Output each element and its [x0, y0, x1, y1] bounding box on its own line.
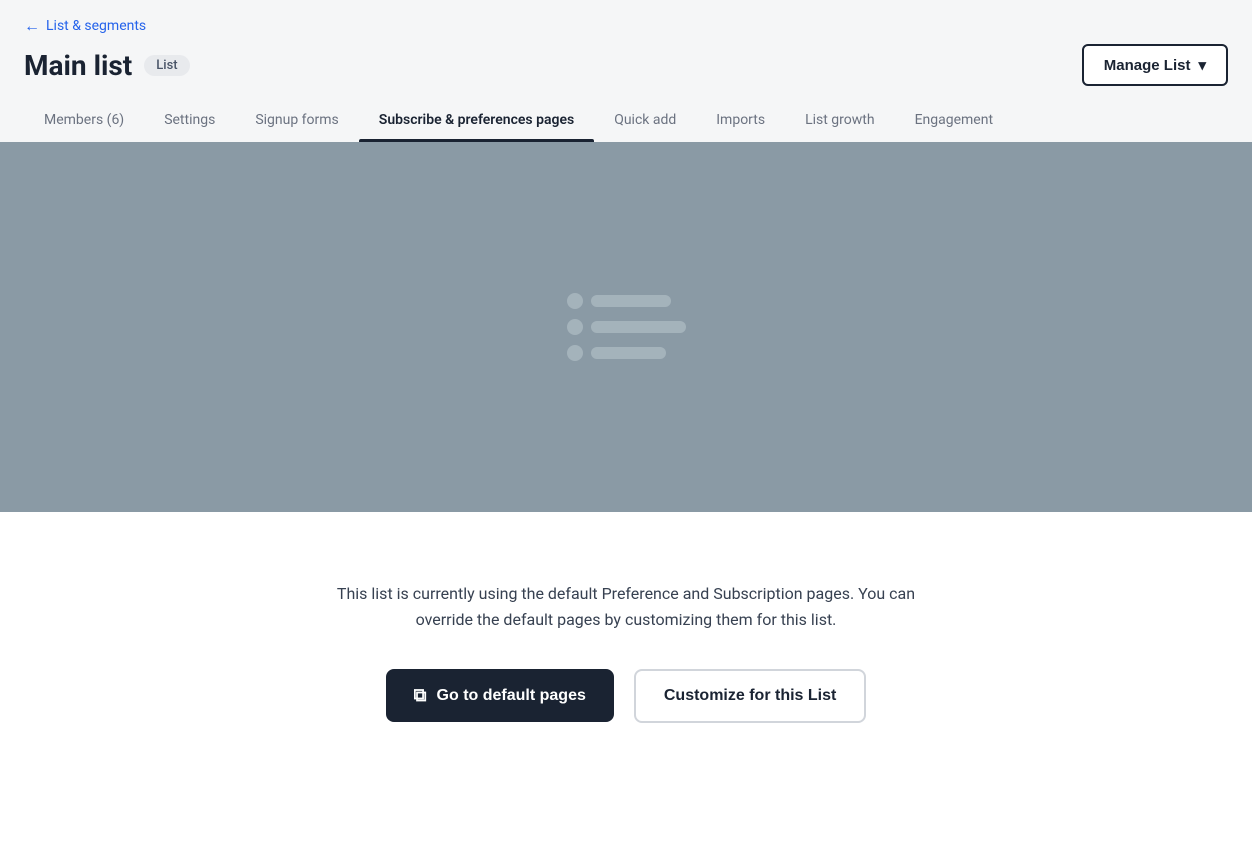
go-to-default-pages-button[interactable]: ⧉ Go to default pages: [386, 669, 614, 722]
manage-list-button[interactable]: Manage List ▾: [1082, 44, 1228, 86]
tab-engagement[interactable]: Engagement: [895, 102, 1013, 142]
list-badge: List: [144, 55, 189, 76]
back-arrow-icon: ←: [24, 16, 40, 36]
skeleton-bar-1: [591, 295, 671, 307]
title-row: Main list List Manage List ▾: [24, 44, 1228, 86]
skeleton-circle-2: [567, 319, 583, 335]
description-text: This list is currently using the default…: [316, 581, 936, 632]
tab-list-growth[interactable]: List growth: [785, 102, 895, 142]
tab-members[interactable]: Members (6): [24, 102, 144, 142]
action-buttons: ⧉ Go to default pages Customize for this…: [386, 669, 867, 723]
skeleton-circle-3: [567, 345, 583, 361]
skeleton-circle-1: [567, 293, 583, 309]
header-bar: ← List & segments Main list List Manage …: [0, 0, 1252, 86]
tab-imports[interactable]: Imports: [696, 102, 785, 142]
back-link-label: List & segments: [46, 18, 146, 34]
page-title: Main list: [24, 49, 132, 82]
bottom-section: This list is currently using the default…: [0, 512, 1252, 792]
skeleton-illustration: [567, 293, 686, 361]
skeleton-row-3: [567, 345, 686, 361]
chevron-down-icon: ▾: [1198, 56, 1206, 74]
title-left: Main list List: [24, 49, 190, 82]
skeleton-bar-2: [591, 321, 686, 333]
skeleton-row-1: [567, 293, 686, 309]
manage-list-label: Manage List: [1104, 57, 1191, 74]
back-link[interactable]: ← List & segments: [24, 16, 1228, 36]
gray-content-area: [0, 142, 1252, 512]
skeleton-bar-3: [591, 347, 666, 359]
tab-subscribe-preferences[interactable]: Subscribe & preferences pages: [359, 102, 594, 142]
nav-tabs: Members (6) Settings Signup forms Subscr…: [0, 86, 1252, 142]
tab-signup-forms[interactable]: Signup forms: [235, 102, 358, 142]
tab-quick-add[interactable]: Quick add: [594, 102, 696, 142]
customize-label: Customize for this List: [664, 687, 836, 704]
tab-settings[interactable]: Settings: [144, 102, 235, 142]
skeleton-row-2: [567, 319, 686, 335]
customize-for-list-button[interactable]: Customize for this List: [634, 669, 866, 723]
default-pages-label: Go to default pages: [437, 687, 586, 705]
external-link-icon: ⧉: [414, 685, 427, 706]
